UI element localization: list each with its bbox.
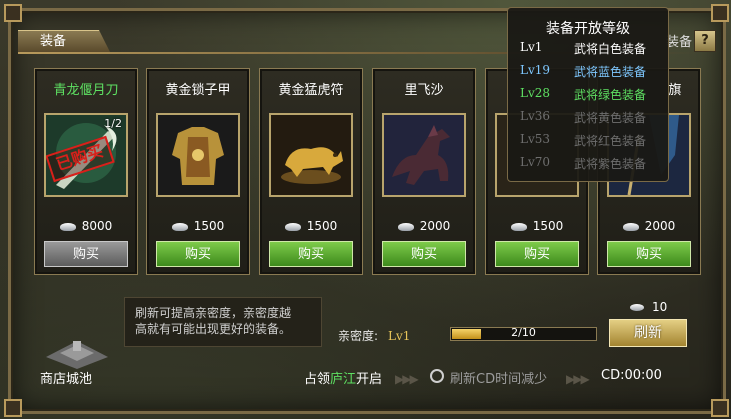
help-button[interactable]: ?: [694, 30, 716, 52]
level-value: Lv70: [520, 155, 551, 169]
silver-icon: [630, 304, 644, 311]
level-row: Lv1 武将白色装备: [520, 40, 660, 56]
level-description: 武将蓝色装备: [574, 65, 647, 79]
item-name: 青龙偃月刀: [53, 83, 119, 98]
level-value: Lv28: [520, 86, 551, 100]
corner-ornament: [711, 4, 729, 22]
item-price: 1500: [486, 219, 588, 233]
item-image[interactable]: [156, 113, 240, 197]
item-card-4: 里飞沙 2000 购买: [372, 68, 476, 275]
horse-icon: [384, 115, 464, 195]
cooldown-timer: CD:00:00: [601, 368, 662, 383]
level-description: 武将白色装备: [574, 42, 647, 56]
tooltip-title: 装备开放等级: [546, 21, 630, 37]
item-price: 2000: [373, 219, 475, 233]
buy-button[interactable]: 购买: [156, 241, 240, 267]
level-value: Lv1: [520, 40, 543, 54]
level-row: Lv36 武将黄色装备: [520, 109, 660, 125]
stock-count: 1/2: [104, 117, 122, 130]
item-image[interactable]: 1/2 已购买: [44, 113, 128, 197]
silver-icon: [171, 222, 188, 231]
intimacy-level: Lv1: [388, 329, 411, 343]
item-card-1: 青龙偃月刀 1/2 已购买 8000 购买: [34, 68, 138, 275]
info-line: 高就有可能出现更好的装备。: [135, 322, 292, 336]
buy-button[interactable]: 购买: [44, 241, 128, 267]
buy-button[interactable]: 购买: [607, 241, 691, 267]
buy-button[interactable]: 购买: [495, 241, 579, 267]
unlock-prefix: 占领: [304, 372, 331, 387]
item-price: 1500: [260, 219, 362, 233]
intimacy-text: 亲密度:: [338, 329, 379, 343]
city-icon[interactable]: [42, 335, 112, 371]
silver-icon: [397, 222, 414, 231]
level-row: Lv19 武将蓝色装备: [520, 63, 660, 79]
item-price: 1500: [147, 219, 249, 233]
item-name: 黄金猛虎符: [278, 83, 344, 98]
silver-icon: [284, 222, 301, 231]
item-name: 黄金锁子甲: [165, 83, 231, 98]
refresh-info-box: 刷新可提高亲密度，亲密度越 高就有可能出现更好的装备。: [124, 297, 322, 347]
level-description: 武将红色装备: [574, 134, 647, 148]
item-image[interactable]: [382, 113, 466, 197]
item-price: 8000: [35, 219, 137, 233]
level-description: 武将黄色装备: [574, 111, 647, 125]
unlock-city[interactable]: 庐江: [330, 372, 356, 387]
info-line: 刷新可提高亲密度，亲密度越: [135, 306, 292, 320]
progress-text: 2/10: [511, 326, 536, 339]
intimacy-progress-bar: 2/10: [450, 326, 597, 341]
tab-right-label: 装备: [666, 35, 693, 50]
item-price: 2000: [598, 219, 700, 233]
item-card-2: 黄金锁子甲 1500 购买: [146, 68, 250, 275]
buy-button[interactable]: 购买: [269, 241, 353, 267]
unlock-hint: 占领庐江开启: [304, 368, 382, 387]
item-card-3: 黄金猛虎符 1500 购买: [259, 68, 363, 275]
unlock-suffix: 开启: [356, 372, 383, 387]
arrow-icon: ▶▶▶: [395, 372, 419, 386]
silver-icon: [510, 222, 527, 231]
corner-ornament: [4, 399, 22, 417]
intimacy-label: 亲密度: Lv1: [338, 327, 410, 344]
tab-equipment[interactable]: 装备: [18, 30, 110, 52]
tiger-token-icon: [271, 115, 351, 195]
level-value: Lv36: [520, 109, 551, 123]
silver-icon: [59, 222, 76, 231]
corner-ornament: [4, 4, 22, 22]
buy-button[interactable]: 购买: [382, 241, 466, 267]
item-image[interactable]: [269, 113, 353, 197]
level-unlock-tooltip: 装备开放等级 Lv1 武将白色装备 Lv19 武将蓝色装备 Lv28 武将绿色装备 Lv36…: [507, 7, 669, 182]
clock-icon: [430, 369, 444, 383]
level-value: Lv19: [520, 63, 551, 77]
level-row: Lv28 武将绿色装备: [520, 86, 660, 102]
refresh-button[interactable]: 刷新: [609, 319, 687, 347]
level-row: Lv53 武将红色装备: [520, 132, 660, 148]
level-value: Lv53: [520, 132, 551, 146]
corner-ornament: [711, 399, 729, 417]
silver-icon: [622, 222, 639, 231]
level-description: 武将紫色装备: [574, 157, 647, 171]
level-description: 武将绿色装备: [574, 88, 647, 102]
equipment-shop-panel: 装备 装备 ? 青龙偃月刀 1/2 已购买 8000 购买 黄金锁子甲 1500…: [0, 0, 731, 419]
level-row: Lv70 武将紫色装备: [520, 155, 660, 171]
refresh-cost: 10: [630, 300, 667, 314]
item-name: 里飞沙: [404, 83, 444, 98]
armor-icon: [158, 115, 238, 195]
shop-city-label[interactable]: 商店城池: [40, 368, 92, 387]
arrow-icon: ▶▶▶: [566, 372, 590, 386]
reduce-cd-hint: 刷新CD时间减少: [450, 372, 548, 387]
